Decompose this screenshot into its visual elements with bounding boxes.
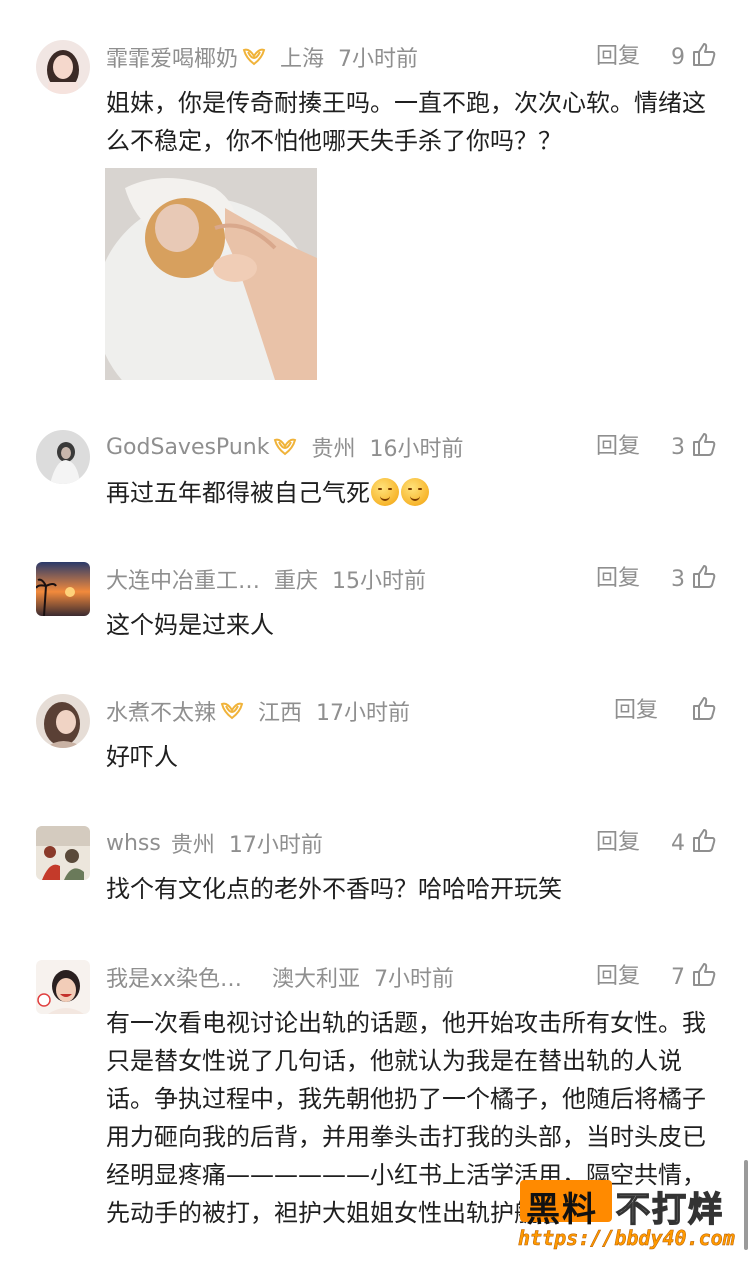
username[interactable]: 大连中冶重工… [106, 563, 260, 595]
badge-icon [273, 436, 297, 458]
avatar[interactable] [36, 40, 90, 94]
like-count: 3 [671, 566, 685, 592]
like-button[interactable]: 9 [671, 40, 717, 74]
thumbs-up-icon [691, 563, 717, 595]
watermark-brand-black: 黑料 [526, 1190, 598, 1230]
like-count: 3 [671, 434, 685, 460]
like-button[interactable]: 3 [671, 430, 717, 464]
location: 贵州 [311, 437, 356, 462]
comment-text: 找个有文化点的老外不香吗？哈哈哈开玩笑 [106, 875, 562, 903]
watermark-logo: 黑料 不打烊 https://bbdy40.com [516, 1176, 738, 1260]
username[interactable]: 我是xx染色… [106, 961, 242, 993]
reply-button[interactable]: 回复 [596, 826, 640, 860]
comment-meta: whss 贵州 17小时前 [106, 826, 323, 860]
reply-button[interactable]: 回复 [596, 430, 640, 464]
timestamp: 7小时前 [338, 47, 419, 72]
timestamp: 7小时前 [374, 967, 455, 992]
scrollbar[interactable] [744, 1160, 748, 1250]
comment-image[interactable] [105, 168, 317, 380]
username[interactable]: 水煮不太辣 [106, 695, 216, 727]
avatar[interactable] [36, 960, 90, 1014]
comment-text: 好吓人 [106, 743, 178, 771]
like-button[interactable]: 3 [671, 562, 717, 596]
comment-text: 再过五年都得被自己气死 [106, 479, 370, 507]
timestamp: 16小时前 [369, 437, 464, 462]
location: 澳大利亚 [272, 967, 361, 992]
like-count: 9 [671, 44, 685, 70]
avatar[interactable] [36, 694, 90, 748]
thumbs-up-icon [691, 695, 717, 727]
location: 贵州 [170, 833, 215, 858]
comment-meta: GodSavesPunk 贵州 16小时前 [106, 430, 463, 464]
comment-text: 这个妈是过来人 [106, 611, 274, 639]
avatar[interactable] [36, 826, 90, 880]
location: 上海 [280, 47, 325, 72]
reply-button[interactable]: 回复 [614, 694, 658, 728]
thumbs-up-icon [691, 961, 717, 993]
thumbs-up-icon [691, 41, 717, 73]
thumbs-up-icon [691, 827, 717, 859]
comment-meta: 霏霏爱喝椰奶 上海 7小时前 [106, 40, 418, 74]
badge-icon [242, 46, 266, 68]
username[interactable]: whss [106, 831, 161, 856]
bottom-toolbar [0, 1262, 753, 1279]
location: 重庆 [274, 569, 319, 594]
thumbs-up-icon [691, 431, 717, 463]
location: 江西 [258, 701, 303, 726]
comment-meta: 大连中冶重工… 重庆 15小时前 [106, 562, 426, 596]
username[interactable]: GodSavesPunk [106, 435, 269, 460]
avatar[interactable] [36, 562, 90, 616]
reply-button[interactable]: 回复 [596, 40, 640, 74]
comment-text: 姐妹，你是传奇耐揍王吗。一直不跑，次次心软。情绪这么不稳定，你不怕他哪天失手杀了… [106, 89, 706, 155]
comment-meta: 我是xx染色… 澳大利亚 7小时前 [106, 960, 454, 994]
like-count: 4 [671, 830, 685, 856]
username[interactable]: 霏霏爱喝椰奶 [106, 41, 238, 73]
timestamp: 15小时前 [332, 569, 427, 594]
comment-meta: 水煮不太辣 江西 17小时前 [106, 694, 410, 728]
like-button[interactable] [685, 694, 717, 728]
smile-emoji-icon [371, 478, 399, 506]
watermark-brand-white: 不打烊 [615, 1189, 724, 1231]
comment-text-row: 再过五年都得被自己气死 [106, 474, 721, 512]
like-count: 7 [671, 964, 685, 990]
like-button[interactable]: 7 [671, 960, 717, 994]
reply-button[interactable]: 回复 [596, 562, 640, 596]
timestamp: 17小时前 [228, 833, 323, 858]
timestamp: 17小时前 [316, 701, 411, 726]
like-button[interactable]: 4 [671, 826, 717, 860]
badge-icon [220, 700, 244, 722]
reply-button[interactable]: 回复 [596, 960, 640, 994]
watermark-url: https://bbdy40.com [518, 1226, 735, 1251]
smile-emoji-icon [401, 478, 429, 506]
avatar[interactable] [36, 430, 90, 484]
